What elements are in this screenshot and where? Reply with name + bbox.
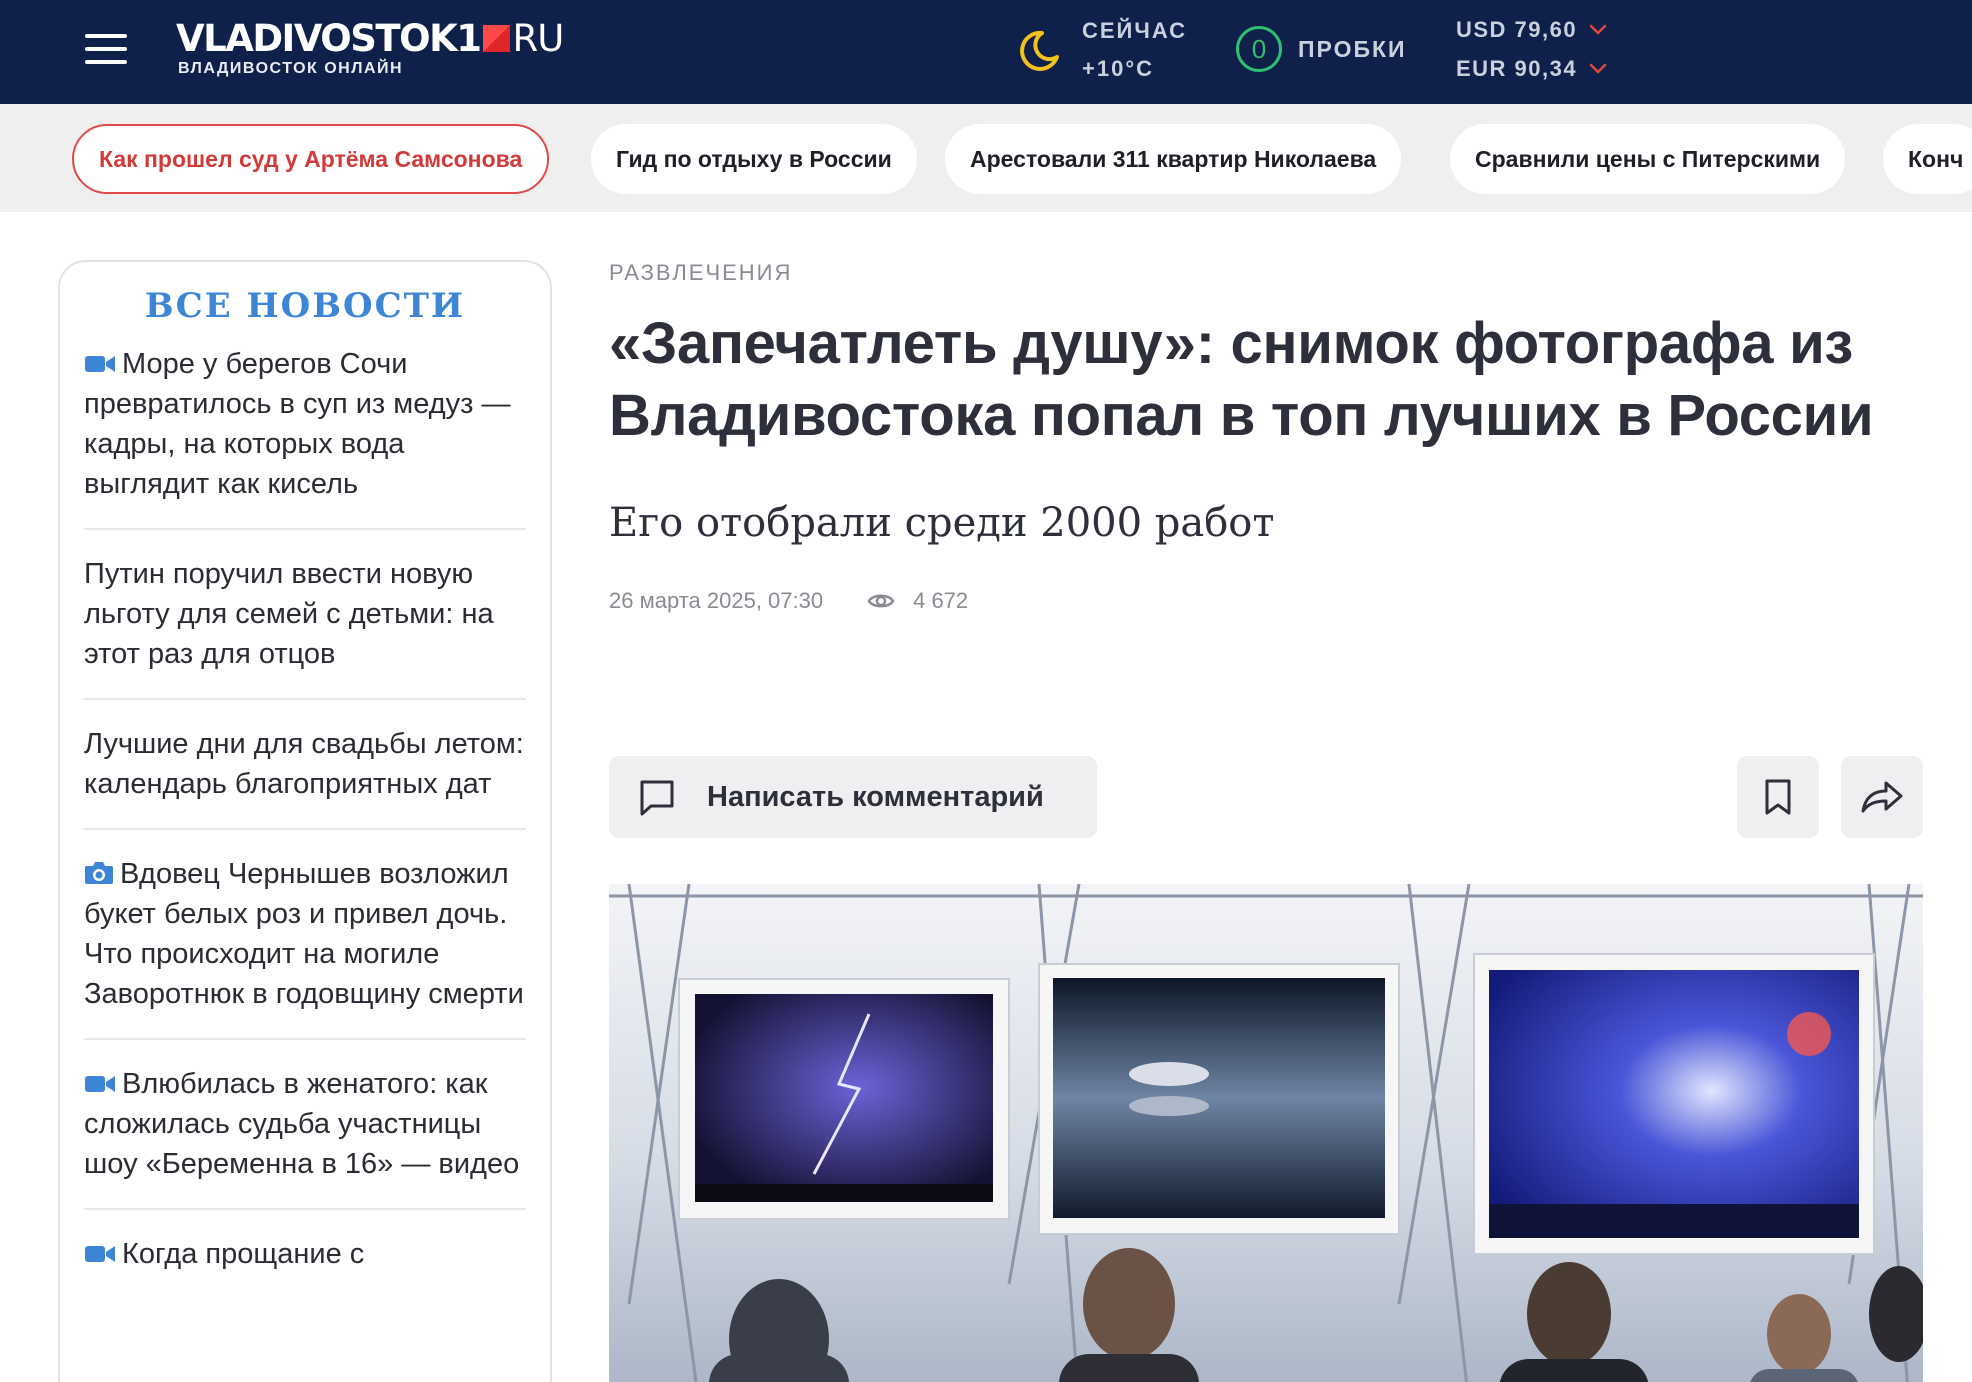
news-item-text: Море у берегов Сочи превратилось в суп и… [84,348,511,500]
video-icon [85,1076,115,1092]
article-main-photo[interactable] [609,884,1923,1382]
tag-item[interactable]: Арестовали 311 квартир Николаева [945,124,1402,194]
rate-eur: EUR 90,34 [1456,49,1607,88]
moon-icon [1020,30,1059,71]
rate-eur-text: EUR 90,34 [1456,55,1578,81]
article-actions: Написать комментарий [609,756,1923,838]
logo-subtitle: ВЛАДИВОСТОК ОНЛАЙН [178,60,404,77]
share-icon [1861,781,1903,813]
weather-widget[interactable]: СЕЙЧАС +10°C [1016,12,1187,88]
weather-temp: +10°C [1082,56,1155,81]
news-item-text: Когда прощание с [122,1238,365,1270]
traffic-widget[interactable]: 0 ПРОБКИ [1236,26,1407,72]
bookmark-button[interactable] [1737,756,1819,838]
traffic-level: 0 [1236,26,1282,72]
logo-name: VLADIVOSTOK1 [176,16,482,60]
article-meta: 26 марта 2025, 07:30 4 672 [609,588,1923,614]
rate-usd: USD 79,60 [1456,10,1607,49]
news-item-text: Вдовец Чернышев возложил букет белых роз… [84,858,524,1010]
news-item-text: Влюбилась в женатого: как сложилась судь… [84,1068,520,1180]
tag-item[interactable]: Гид по отдыху в России [591,124,917,194]
list-item[interactable]: Влюбилась в женатого: как сложилась судь… [84,1064,526,1210]
weather-label: СЕЙЧАС [1082,18,1188,43]
site-logo[interactable]: VLADIVOSTOK1 RU ВЛАДИВОСТОК ОНЛАЙН [176,16,565,78]
sidebar-title[interactable]: ВСЕ НОВОСТИ [60,286,550,326]
write-comment-label: Написать комментарий [707,780,1044,813]
logo-square-icon [482,24,510,52]
video-icon [85,1246,115,1262]
trending-tags: Как прошел суд у Артёма Самсонова Гид по… [0,104,1972,212]
article-rubric[interactable]: РАЗВЛЕЧЕНИЯ [609,260,792,286]
share-button[interactable] [1841,756,1923,838]
article-lead: Его отобрали среди 2000 работ [609,500,1275,546]
article-date: 26 марта 2025, 07:30 [609,588,824,613]
site-header: VLADIVOSTOK1 RU ВЛАДИВОСТОК ОНЛАЙН СЕЙЧА… [0,0,1972,104]
camera-icon [85,862,113,884]
list-item[interactable]: Море у берегов Сочи превратилось в суп и… [84,344,526,530]
bookmark-icon [1765,779,1791,815]
rate-usd-text: USD 79,60 [1456,16,1578,42]
menu-icon[interactable] [85,34,127,64]
eye-icon [867,594,895,608]
news-item-text: Путин поручил ввести новую льготу для се… [84,558,494,670]
logo-domain: RU [512,16,565,60]
tag-item[interactable]: Как прошел суд у Артёма Самсонова [72,124,550,194]
news-feed-sidebar: ВСЕ НОВОСТИ Море у берегов Сочи преврати… [58,260,552,1382]
chevron-down-icon [1589,24,1607,35]
tag-item[interactable]: Сравнили цены с Питерскими [1450,124,1846,194]
traffic-label: ПРОБКИ [1298,35,1407,62]
article-title: «Запечатлеть душу»: снимок фотографа из … [609,311,1874,448]
currency-rates[interactable]: USD 79,60 EUR 90,34 [1456,10,1607,88]
chevron-down-icon [1589,63,1607,74]
tag-item[interactable]: Конч [1883,124,1972,194]
news-list: Море у берегов Сочи превратилось в суп и… [84,344,526,1298]
list-item[interactable]: Путин поручил ввести новую льготу для се… [84,554,526,700]
news-item-text: Лучшие дни для свадьбы летом: календарь … [84,728,524,800]
views-count: 4 672 [913,588,969,613]
exhibition-photo-illustration [609,884,1923,1382]
video-icon [85,356,115,372]
article: РАЗВЛЕЧЕНИЯ «Запечатлеть душу»: снимок ф… [609,260,1923,1382]
list-item[interactable]: Когда прощание с [84,1234,526,1298]
article-views: 4 672 [867,588,968,614]
list-item[interactable]: Вдовец Чернышев возложил букет белых роз… [84,854,526,1040]
comment-icon [640,780,674,816]
list-item[interactable]: Лучшие дни для свадьбы летом: календарь … [84,724,526,830]
write-comment-button[interactable]: Написать комментарий [609,756,1097,838]
